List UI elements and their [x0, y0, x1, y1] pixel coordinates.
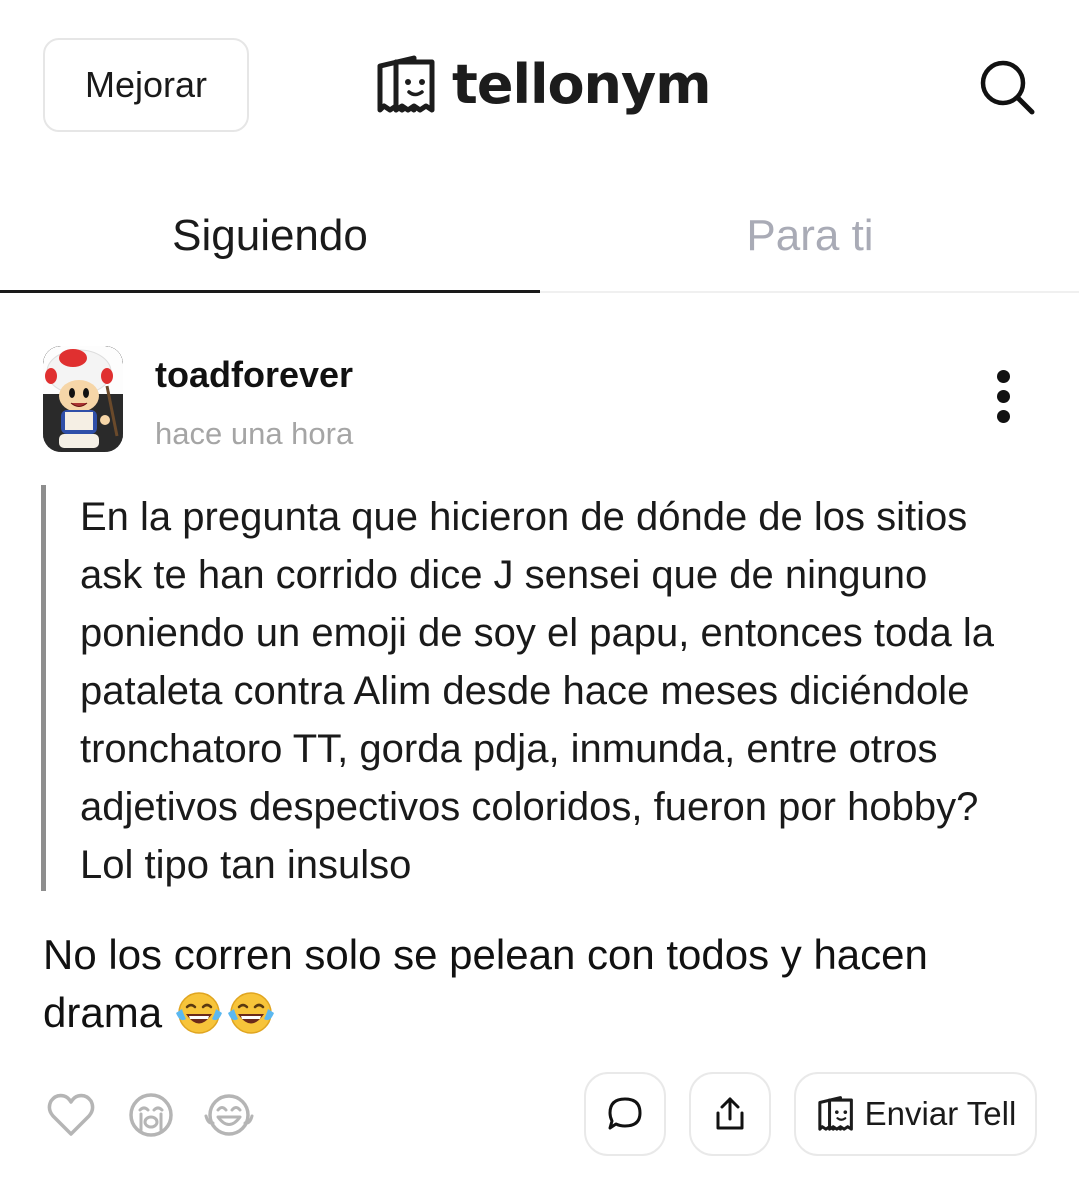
answer: No los corren solo se pelean con todos y…: [43, 926, 1043, 1042]
post-header: toadforever hace una hora: [43, 346, 1043, 456]
laughing-tears-emoji-icon: [175, 992, 222, 1034]
app-logo: tellonym: [372, 52, 711, 118]
search-icon[interactable]: [978, 58, 1036, 116]
post-actions: Enviar Tell: [0, 1070, 1079, 1160]
tellonym-logo-icon: [818, 1096, 853, 1131]
send-tell-button[interactable]: Enviar Tell: [794, 1072, 1037, 1156]
avatar[interactable]: [43, 346, 123, 452]
comment-icon: [608, 1097, 642, 1130]
laughing-tears-emoji-icon: [227, 992, 274, 1034]
upgrade-button[interactable]: Mejorar: [43, 38, 249, 132]
tellonym-logo-icon: [377, 55, 435, 113]
heart-icon[interactable]: [46, 1090, 96, 1140]
crying-face-icon[interactable]: [126, 1090, 176, 1140]
share-button[interactable]: [689, 1072, 771, 1156]
active-tab-indicator: [0, 290, 540, 293]
more-vertical-icon[interactable]: [987, 370, 1021, 430]
tell-question: En la pregunta que hicieron de dónde de …: [41, 485, 1041, 893]
share-icon: [716, 1097, 744, 1130]
post-username[interactable]: toadforever: [155, 354, 353, 396]
quote-bar: [41, 485, 46, 891]
answer-emojis: [174, 989, 278, 1036]
post-timestamp: hace una hora: [155, 416, 354, 451]
send-tell-label: Enviar Tell: [864, 1095, 1017, 1132]
comment-button[interactable]: [584, 1072, 666, 1156]
tab-for-you[interactable]: Para ti: [540, 180, 1079, 292]
top-bar: Mejorar tellonym: [0, 0, 1079, 170]
laughing-face-icon[interactable]: [204, 1090, 254, 1140]
feed-tabs: Siguiendo Para ti: [0, 180, 1079, 294]
tab-divider: [540, 291, 1079, 293]
question-text: En la pregunta que hicieron de dónde de …: [80, 495, 995, 887]
tab-following[interactable]: Siguiendo: [0, 180, 540, 292]
app-logo-text: tellonym: [452, 53, 711, 116]
